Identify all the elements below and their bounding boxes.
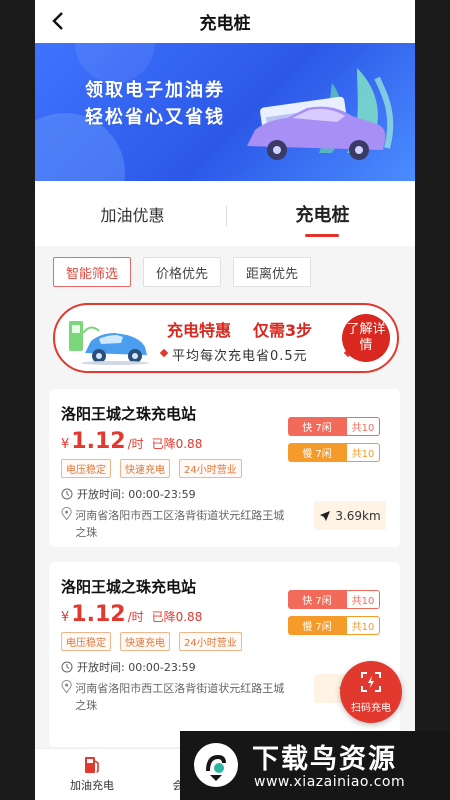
clock-icon xyxy=(61,661,73,673)
slow-charger-status: 慢 7闲 共10 xyxy=(288,616,380,635)
fuel-pump-icon xyxy=(57,753,127,777)
currency-symbol: ¥ xyxy=(61,610,70,625)
tab-fuel-discount[interactable]: 加油优惠 xyxy=(96,202,168,226)
location-pin-icon xyxy=(61,680,72,694)
opening-hours: 开放时间: 00:00-23:59 xyxy=(61,659,196,675)
scan-charge-button[interactable]: 扫码充电 xyxy=(340,661,402,723)
feature-tags: 电压稳定 快速充电 24小时营业 xyxy=(61,632,242,651)
filter-price[interactable]: 价格优先 xyxy=(143,257,222,287)
scan-icon xyxy=(361,672,381,692)
clock-icon xyxy=(61,488,73,500)
watermark-banner: 下载鸟资源 www.xiazainiao.com xyxy=(180,731,450,800)
station-name: 洛阳王城之珠充电站 xyxy=(61,578,197,596)
station-card[interactable]: 洛阳王城之珠充电站 ¥ 1.12 /时 已降0.88 电压稳定 快速充电 24小… xyxy=(49,389,400,547)
fast-charger-status: 快 7闲 共10 xyxy=(288,417,380,436)
banner-line-1: 领取电子加油券 xyxy=(85,80,225,101)
watermark-title: 下载鸟资源 xyxy=(252,744,397,775)
hours-text: 开放时间: 00:00-23:59 xyxy=(77,661,196,674)
feature-tag: 24小时营业 xyxy=(179,459,242,478)
opening-hours: 开放时间: 00:00-23:59 xyxy=(61,486,196,502)
slow-idle-count: 慢 7闲 xyxy=(288,616,346,635)
right-margin xyxy=(415,0,450,800)
slow-total-count: 共10 xyxy=(346,616,380,635)
price-value: 1.12 xyxy=(71,429,126,454)
station-name: 洛阳王城之珠充电站 xyxy=(61,405,197,423)
chevron-left-icon[interactable] xyxy=(45,8,71,34)
promo-banner[interactable]: 领取电子加油券 轻松省心又省钱 xyxy=(35,43,415,181)
page-title: 充电桩 xyxy=(199,14,251,34)
slow-total-count: 共10 xyxy=(346,443,380,462)
fast-total-count: 共10 xyxy=(346,417,380,436)
navigate-button[interactable]: 3.69km xyxy=(314,501,386,530)
feature-tag: 快速充电 xyxy=(120,632,170,651)
feature-tag: 电压稳定 xyxy=(61,459,111,478)
currency-symbol: ¥ xyxy=(61,437,70,452)
promo-subtitle: 平均每次充电省0.5元 xyxy=(172,349,308,364)
price-discount: 已降0.88 xyxy=(151,610,203,624)
nav-fuel-charge[interactable]: 加油充电 xyxy=(57,753,127,793)
fast-total-count: 共10 xyxy=(346,590,380,609)
banner-line-2: 轻松省心又省钱 xyxy=(85,107,225,128)
promo-title: 充电特惠 xyxy=(167,321,232,340)
slow-charger-status: 慢 7闲 共10 xyxy=(288,443,380,462)
station-card[interactable]: 洛阳王城之珠充电站 ¥ 1.12 /时 已降0.88 电压稳定 快速充电 24小… xyxy=(49,562,400,747)
promo-steps: 仅需3步 xyxy=(253,321,313,340)
watermark-url: www.xiazainiao.com xyxy=(254,774,406,790)
filter-smart[interactable]: 智能筛选 xyxy=(53,257,132,287)
location-pin-icon xyxy=(61,507,72,521)
tab-charging-pile[interactable]: 充电桩 xyxy=(291,201,353,237)
filter-distance[interactable]: 距离优先 xyxy=(233,257,312,287)
fast-idle-count: 快 7闲 xyxy=(288,590,346,609)
price-unit: /时 xyxy=(127,610,144,624)
header-bar: 充电桩 xyxy=(35,0,415,43)
tab-divider xyxy=(226,206,227,226)
charging-car-icon xyxy=(69,321,149,365)
address-text: 河南省洛阳市西工区洛背街道状元红路王城之珠 xyxy=(75,509,285,539)
slow-idle-count: 慢 7闲 xyxy=(288,443,346,462)
left-margin xyxy=(0,0,35,800)
fast-charger-status: 快 7闲 共10 xyxy=(288,590,380,609)
screen: 充电桩 领取电子加油券 轻松省心又省钱 加油优惠 充电桩 智能筛选 价格优先 距… xyxy=(0,0,450,800)
nav-label: 加油充电 xyxy=(70,779,114,792)
price-discount: 已降0.88 xyxy=(151,437,203,451)
station-address: 河南省洛阳市西工区洛背街道状元红路王城之珠 xyxy=(61,507,291,541)
station-price: ¥ 1.12 /时 已降0.88 xyxy=(61,602,202,627)
price-value: 1.12 xyxy=(71,602,126,627)
feature-tags: 电压稳定 快速充电 24小时营业 xyxy=(61,459,242,478)
active-tab-indicator xyxy=(305,233,340,237)
navigation-arrow-icon xyxy=(320,510,331,521)
charging-promo-card[interactable]: 充电特惠 仅需3步 平均每次充电省0.5元 了解详情 xyxy=(53,303,399,373)
car-illustration-icon xyxy=(247,68,394,160)
filter-bar: 智能筛选 价格优先 距离优先 xyxy=(35,246,415,287)
station-address: 河南省洛阳市西工区洛背街道状元红路王城之珠 xyxy=(61,680,291,714)
hours-text: 开放时间: 00:00-23:59 xyxy=(77,488,196,501)
learn-more-button[interactable]: 了解详情 xyxy=(342,314,390,362)
price-unit: /时 xyxy=(127,437,144,451)
feature-tag: 24小时营业 xyxy=(179,632,242,651)
scan-label: 扫码充电 xyxy=(351,703,391,714)
decor-diamond-icon xyxy=(159,348,169,358)
station-price: ¥ 1.12 /时 已降0.88 xyxy=(61,429,202,454)
feature-tag: 电压稳定 xyxy=(61,632,111,651)
bird-logo-icon xyxy=(194,743,238,787)
tab-label: 充电桩 xyxy=(295,204,350,226)
distance-text: 3.69km xyxy=(335,508,381,523)
fast-idle-count: 快 7闲 xyxy=(288,417,346,436)
app-view: 充电桩 领取电子加油券 轻松省心又省钱 加油优惠 充电桩 智能筛选 价格优先 距… xyxy=(35,0,415,800)
feature-tag: 快速充电 xyxy=(120,459,170,478)
address-text: 河南省洛阳市西工区洛背街道状元红路王城之珠 xyxy=(75,682,285,712)
tab-bar: 加油优惠 充电桩 xyxy=(35,181,415,246)
